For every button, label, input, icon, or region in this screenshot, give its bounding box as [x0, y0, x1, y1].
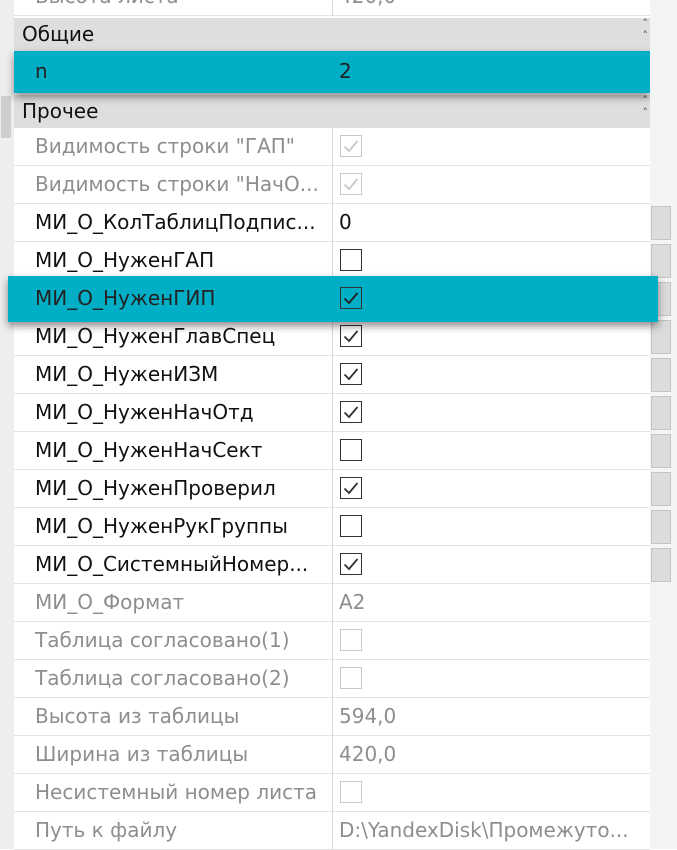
property-row[interactable]: Высота из таблицы 594,0: [14, 698, 650, 736]
checkbox-checked[interactable]: [340, 363, 362, 385]
checkbox-unchecked: [340, 781, 362, 803]
property-value: 420,0: [333, 0, 650, 16]
property-row[interactable]: МИ_О_НуженГлавСпец: [14, 318, 650, 356]
property-name: Несистемный номер листа: [14, 774, 333, 812]
highlight-n-row: n 2: [14, 51, 650, 93]
chevron-up-icon[interactable]: ˄ ˄: [643, 18, 649, 42]
property-row[interactable]: МИ_О_КолТаблицПодпис... 0: [14, 204, 650, 242]
property-value: A2: [339, 590, 366, 614]
property-name: Ширина из таблицы: [14, 736, 333, 774]
property-row[interactable]: Путь к файлу D:\YandexDisk\Промежуто...: [14, 812, 650, 850]
row-edit-button[interactable]: [651, 396, 671, 430]
checkbox-checked[interactable]: [340, 287, 362, 309]
left-panel-edge: [0, 0, 14, 849]
property-name: МИ_О_НуженНачОтд: [14, 394, 333, 432]
property-value[interactable]: 0: [333, 204, 650, 242]
checkbox-unchecked: [340, 629, 362, 651]
property-row[interactable]: Видимость строки "НачО...: [14, 166, 650, 204]
checkbox-checked: [340, 173, 362, 195]
property-name: МИ_О_НуженПроверил: [14, 470, 333, 508]
left-scroll-thumb[interactable]: [1, 96, 11, 138]
property-name: Путь к файлу: [14, 812, 333, 850]
checkbox-unchecked[interactable]: [340, 249, 362, 271]
property-name: МИ_О_НуженНачСект: [14, 432, 333, 470]
row-edit-button[interactable]: [651, 548, 671, 582]
property-row[interactable]: Таблица согласовано(1): [14, 622, 650, 660]
row-edit-button[interactable]: [651, 472, 671, 506]
property-row[interactable]: МИ_О_НуженНачОтд: [14, 394, 650, 432]
checkbox-checked: [340, 135, 362, 157]
checkbox-unchecked[interactable]: [340, 515, 362, 537]
checkbox-checked[interactable]: [340, 401, 362, 423]
checkbox-unchecked: [340, 667, 362, 689]
chevron-up-icon[interactable]: ˄ ˄: [643, 95, 649, 119]
highlight-value: 2: [339, 59, 352, 83]
property-value: 594,0: [339, 704, 397, 728]
property-name: Таблица согласовано(2): [14, 660, 333, 698]
property-row[interactable]: МИ_О_НуженНачСект: [14, 432, 650, 470]
category-label: Прочее: [22, 99, 99, 123]
checkbox-checked[interactable]: [340, 325, 362, 347]
property-row-partial[interactable]: Высота листа 420,0: [14, 0, 650, 16]
property-name: Таблица согласовано(1): [14, 622, 333, 660]
property-row[interactable]: Несистемный номер листа: [14, 774, 650, 812]
property-row[interactable]: МИ_О_Формат A2: [14, 584, 650, 622]
category-label: Общие: [22, 22, 95, 46]
property-name: Видимость строки "НачО...: [14, 166, 333, 204]
property-row[interactable]: Ширина из таблицы 420,0: [14, 736, 650, 774]
property-name: Высота листа: [14, 0, 333, 16]
highlight-label: n: [35, 59, 48, 83]
highlight-label: МИ_О_НуженГИП: [35, 286, 216, 310]
property-value: 420,0: [339, 742, 397, 766]
right-scroll-column: [650, 0, 677, 849]
property-value: D:\YandexDisk\Промежуто...: [339, 818, 629, 842]
property-name: МИ_О_НуженГАП: [14, 242, 333, 280]
checkbox-checked[interactable]: [340, 477, 362, 499]
property-name: МИ_О_Формат: [14, 584, 333, 622]
row-edit-button[interactable]: [651, 206, 671, 240]
property-row[interactable]: Видимость строки "ГАП": [14, 128, 650, 166]
property-name: МИ_О_НуженГлавСпец: [14, 318, 333, 356]
property-name: МИ_О_КолТаблицПодпис...: [14, 204, 333, 242]
category-general[interactable]: Общие ˄ ˄: [14, 18, 650, 51]
row-edit-button[interactable]: [651, 244, 671, 278]
highlight-selected-row: МИ_О_НуженГИП: [8, 276, 658, 322]
property-name: МИ_О_НуженИЗМ: [14, 356, 333, 394]
row-edit-button[interactable]: [651, 434, 671, 468]
property-row[interactable]: МИ_О_НуженРукГруппы: [14, 508, 650, 546]
property-row[interactable]: Таблица согласовано(2): [14, 660, 650, 698]
property-name: Высота из таблицы: [14, 698, 333, 736]
row-edit-button[interactable]: [651, 510, 671, 544]
property-name: МИ_О_СистемныйНомер...: [14, 546, 333, 584]
property-name: Видимость строки "ГАП": [14, 128, 333, 166]
property-name: МИ_О_НуженРукГруппы: [14, 508, 333, 546]
checkbox-unchecked[interactable]: [340, 439, 362, 461]
row-edit-button[interactable]: [651, 358, 671, 392]
category-other[interactable]: Прочее ˄ ˄: [14, 95, 650, 128]
property-row[interactable]: МИ_О_НуженПроверил: [14, 470, 650, 508]
row-edit-button[interactable]: [651, 320, 671, 354]
property-row[interactable]: МИ_О_НуженИЗМ: [14, 356, 650, 394]
property-row[interactable]: МИ_О_НуженГАП: [14, 242, 650, 280]
property-row[interactable]: МИ_О_СистемныйНомер...: [14, 546, 650, 584]
checkbox-checked[interactable]: [340, 553, 362, 575]
